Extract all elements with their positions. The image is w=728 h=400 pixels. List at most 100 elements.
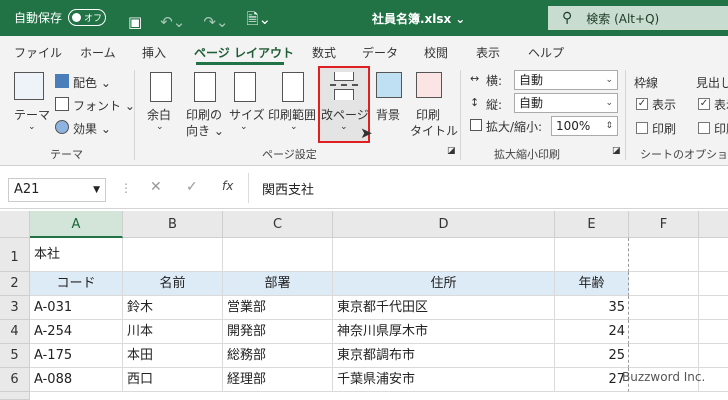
name-box[interactable]: A21 ▼: [8, 178, 106, 202]
table-cell[interactable]: 25: [555, 344, 629, 368]
document-icon[interactable]: 🗎⌄: [246, 9, 271, 34]
cell-f4[interactable]: [629, 320, 699, 344]
chevron-down-icon[interactable]: ⌄: [290, 122, 298, 132]
table-cell[interactable]: 経理部: [223, 368, 333, 392]
tab-home[interactable]: ホーム: [80, 44, 116, 61]
cell-b1[interactable]: [123, 238, 223, 272]
table-header-name[interactable]: 名前: [123, 272, 223, 296]
scale-input[interactable]: 100% ⇕: [551, 116, 618, 136]
table-cell[interactable]: 川本: [123, 320, 223, 344]
table-cell[interactable]: 営業部: [223, 296, 333, 320]
cell-f3[interactable]: [629, 296, 699, 320]
cell-g3[interactable]: [699, 296, 728, 320]
column-header-g[interactable]: [699, 211, 728, 238]
tab-data[interactable]: データ: [362, 44, 398, 61]
size-button[interactable]: サイズ: [229, 106, 265, 123]
table-cell[interactable]: 東京都調布市: [333, 344, 555, 368]
effects-button[interactable]: 効果 ⌄: [73, 120, 111, 137]
cell-f1[interactable]: [629, 238, 699, 272]
dialog-launcher-icon[interactable]: ◪: [612, 146, 621, 156]
formula-input[interactable]: 関西支社: [262, 179, 314, 198]
cell-d1[interactable]: [333, 238, 555, 272]
table-cell[interactable]: 24: [555, 320, 629, 344]
cell-g5[interactable]: [699, 344, 728, 368]
tab-review[interactable]: 校閲: [424, 44, 448, 61]
row-header[interactable]: 1: [0, 238, 30, 272]
table-header-age[interactable]: 年齢: [555, 272, 629, 296]
table-cell[interactable]: 総務部: [223, 344, 333, 368]
headings-view-checkbox[interactable]: ✓: [698, 98, 710, 110]
margins-button[interactable]: 余白: [147, 106, 171, 123]
colors-button[interactable]: 配色 ⌄: [73, 74, 111, 91]
search-box[interactable]: ⚲ 検索 (Alt+Q): [548, 6, 728, 30]
row-header[interactable]: [0, 392, 30, 400]
table-header-address[interactable]: 住所: [333, 272, 555, 296]
chevron-down-icon[interactable]: ▼: [93, 179, 100, 201]
column-header-f[interactable]: F: [629, 211, 699, 238]
gridlines-print-checkbox[interactable]: [636, 122, 648, 134]
table-cell[interactable]: 鈴木: [123, 296, 223, 320]
height-select[interactable]: 自動 ⌄: [514, 93, 618, 113]
tab-help[interactable]: ヘルプ: [528, 44, 564, 61]
redo-icon[interactable]: ↷⌄: [203, 13, 228, 31]
gridlines-view-checkbox[interactable]: ✓: [636, 98, 648, 110]
dialog-launcher-icon[interactable]: ◪: [447, 146, 456, 156]
save-icon[interactable]: ▣: [128, 13, 142, 31]
headings-print-checkbox[interactable]: [698, 122, 710, 134]
column-header-d[interactable]: D: [333, 211, 555, 238]
cell-f5[interactable]: [629, 344, 699, 368]
table-cell[interactable]: 西口: [123, 368, 223, 392]
undo-icon[interactable]: ↶⌄: [160, 13, 185, 31]
width-select[interactable]: 自動 ⌄: [514, 70, 618, 90]
table-header-dept[interactable]: 部署: [223, 272, 333, 296]
print-area-button[interactable]: 印刷範囲: [268, 106, 316, 123]
tab-formulas[interactable]: 数式: [312, 44, 336, 61]
row-header[interactable]: 6: [0, 368, 30, 392]
select-all-corner[interactable]: [0, 211, 30, 238]
table-cell[interactable]: 本田: [123, 344, 223, 368]
row-header[interactable]: 4: [0, 320, 30, 344]
chevron-down-icon[interactable]: ⌄: [156, 122, 164, 132]
tab-file[interactable]: ファイル: [14, 44, 62, 61]
table-cell[interactable]: A-031: [30, 296, 123, 320]
tab-insert[interactable]: 挿入: [142, 44, 166, 61]
row-header[interactable]: 3: [0, 296, 30, 320]
insert-function-icon[interactable]: fx: [222, 179, 233, 193]
autosave-toggle[interactable]: オフ: [68, 9, 107, 26]
breaks-button[interactable]: 改ページ: [321, 106, 369, 123]
orientation-line-2[interactable]: 向き ⌄: [186, 122, 224, 139]
column-header-e[interactable]: E: [555, 211, 629, 238]
table-cell[interactable]: A-088: [30, 368, 123, 392]
fonts-button[interactable]: フォント ⌄: [73, 97, 135, 114]
tab-view[interactable]: 表示: [476, 44, 500, 61]
row-header[interactable]: 2: [0, 272, 30, 296]
cancel-icon[interactable]: ✕: [150, 179, 162, 195]
row-header[interactable]: 5: [0, 344, 30, 368]
enter-icon[interactable]: ✓: [186, 179, 198, 195]
print-titles-line-1[interactable]: 印刷: [416, 106, 440, 123]
table-cell[interactable]: 神奈川県厚木市: [333, 320, 555, 344]
cell-g1[interactable]: [699, 238, 728, 272]
table-header-code[interactable]: コード: [30, 272, 123, 296]
table-cell[interactable]: 開発部: [223, 320, 333, 344]
column-header-c[interactable]: C: [223, 211, 333, 238]
cell-c1[interactable]: [223, 238, 333, 272]
spinner-icon[interactable]: ⇕: [605, 117, 613, 135]
orientation-line-1[interactable]: 印刷の: [186, 106, 222, 123]
cell-a1[interactable]: 本社: [30, 238, 123, 272]
cell-e1[interactable]: [555, 238, 629, 272]
themes-button[interactable]: テーマ: [14, 106, 50, 123]
cell-g4[interactable]: [699, 320, 728, 344]
chevron-down-icon[interactable]: ⌄: [28, 122, 36, 132]
chevron-down-icon[interactable]: ⌄: [240, 122, 248, 132]
chevron-down-icon[interactable]: ⌄: [455, 12, 465, 26]
print-titles-line-2[interactable]: タイトル: [410, 122, 458, 139]
table-cell[interactable]: A-175: [30, 344, 123, 368]
background-button[interactable]: 背景: [376, 106, 400, 123]
cell-f2[interactable]: [629, 272, 699, 296]
table-cell[interactable]: 35: [555, 296, 629, 320]
table-cell[interactable]: 東京都千代田区: [333, 296, 555, 320]
table-cell[interactable]: 千葉県浦安市: [333, 368, 555, 392]
cell-g2[interactable]: [699, 272, 728, 296]
column-header-a[interactable]: A: [30, 211, 123, 238]
